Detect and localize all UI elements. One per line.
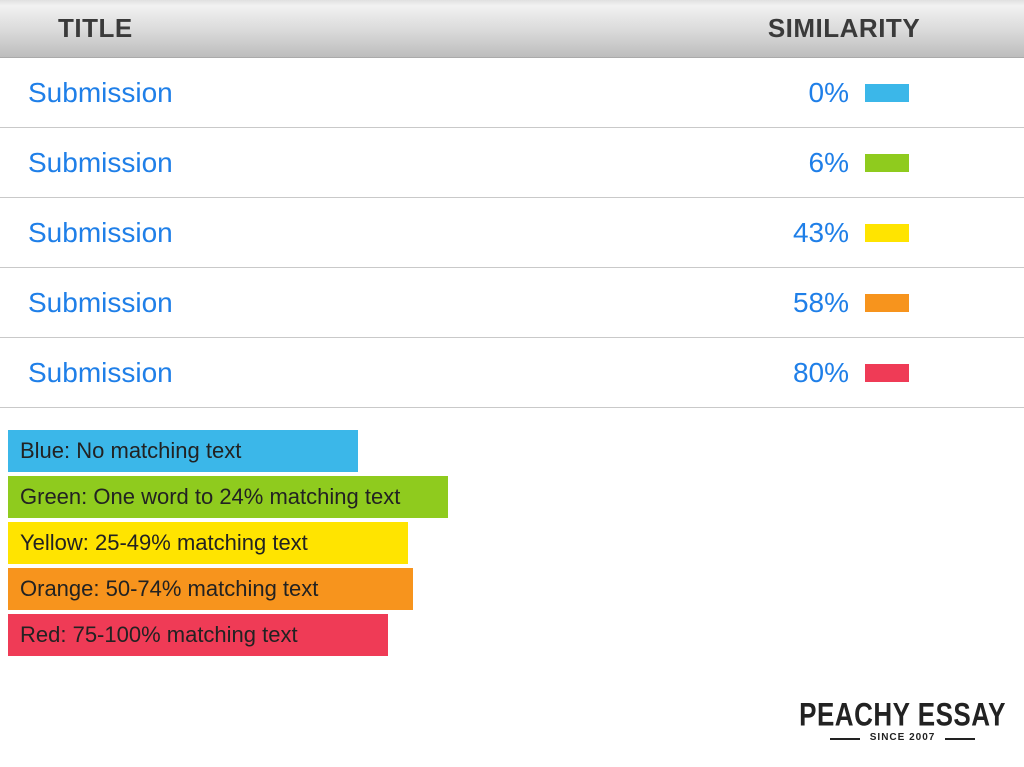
similarity-percent: 6% bbox=[779, 147, 849, 179]
similarity-cell: 6% bbox=[664, 147, 1024, 179]
similarity-swatch bbox=[865, 294, 909, 312]
similarity-swatch bbox=[865, 364, 909, 382]
similarity-percent: 58% bbox=[779, 287, 849, 319]
logo-sub-text: SINCE 2007 bbox=[860, 732, 946, 743]
table-header: TITLE SIMILARITY bbox=[0, 0, 1024, 58]
similarity-swatch bbox=[865, 84, 909, 102]
similarity-swatch bbox=[865, 224, 909, 242]
similarity-cell: 43% bbox=[664, 217, 1024, 249]
similarity-percent: 0% bbox=[779, 77, 849, 109]
similarity-table: TITLE SIMILARITY Submission 0% Submission 6… bbox=[0, 0, 1024, 408]
legend-item: Orange: 50-74% matching text bbox=[8, 568, 413, 610]
logo-main-text: PEACHY ESSAY bbox=[799, 698, 1006, 731]
legend-item: Green: One word to 24% matching text bbox=[8, 476, 448, 518]
table-row: Submission 80% bbox=[0, 338, 1024, 408]
table-row: Submission 6% bbox=[0, 128, 1024, 198]
submission-link[interactable]: Submission bbox=[0, 287, 664, 319]
similarity-percent: 80% bbox=[779, 357, 849, 389]
submission-link[interactable]: Submission bbox=[0, 357, 664, 389]
similarity-cell: 80% bbox=[664, 357, 1024, 389]
similarity-cell: 0% bbox=[664, 77, 1024, 109]
table-row: Submission 58% bbox=[0, 268, 1024, 338]
similarity-swatch bbox=[865, 154, 909, 172]
legend-item: Yellow: 25-49% matching text bbox=[8, 522, 408, 564]
col-header-similarity: SIMILARITY bbox=[664, 0, 1024, 57]
brand-logo: PEACHY ESSAY SINCE 2007 bbox=[799, 701, 1006, 745]
submission-link[interactable]: Submission bbox=[0, 77, 664, 109]
legend-label: Yellow: 25-49% matching text bbox=[20, 530, 308, 556]
similarity-percent: 43% bbox=[779, 217, 849, 249]
color-legend: Blue: No matching text Green: One word to… bbox=[8, 430, 448, 656]
submission-link[interactable]: Submission bbox=[0, 147, 664, 179]
legend-label: Blue: No matching text bbox=[20, 438, 241, 464]
similarity-cell: 58% bbox=[664, 287, 1024, 319]
legend-label: Red: 75-100% matching text bbox=[20, 622, 298, 648]
submission-link[interactable]: Submission bbox=[0, 217, 664, 249]
legend-item: Red: 75-100% matching text bbox=[8, 614, 388, 656]
legend-item: Blue: No matching text bbox=[8, 430, 358, 472]
table-row: Submission 0% bbox=[0, 58, 1024, 128]
legend-label: Green: One word to 24% matching text bbox=[20, 484, 400, 510]
legend-label: Orange: 50-74% matching text bbox=[20, 576, 318, 602]
table-row: Submission 43% bbox=[0, 198, 1024, 268]
col-header-title: TITLE bbox=[0, 0, 664, 57]
